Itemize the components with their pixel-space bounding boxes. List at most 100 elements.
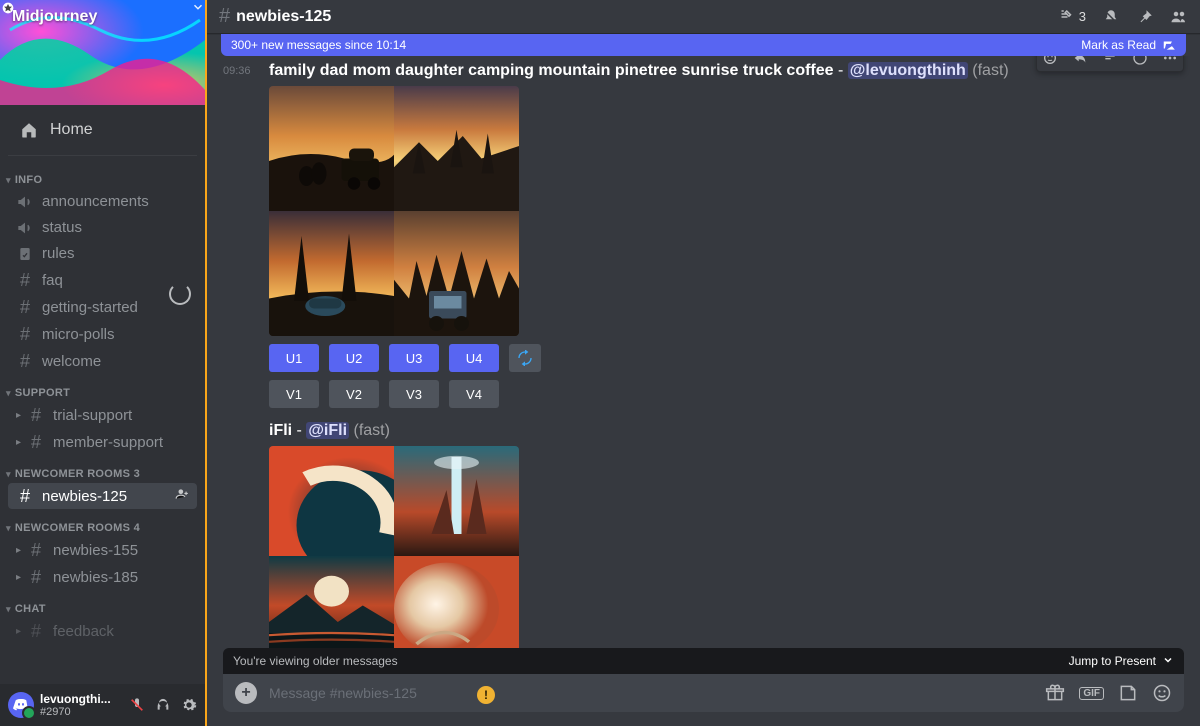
home-link[interactable]: Home xyxy=(8,111,197,149)
jump-present-button[interactable]: Jump to Present xyxy=(1069,654,1174,668)
settings-gear-icon[interactable] xyxy=(181,697,197,713)
gif-button[interactable]: GIF xyxy=(1079,687,1104,700)
message-input-field[interactable] xyxy=(269,685,1035,701)
v4-button[interactable]: V4 xyxy=(449,380,499,408)
prompt-text: family dad mom daughter camping mountain… xyxy=(269,62,834,79)
timestamp: 09:36 xyxy=(223,62,269,408)
gift-icon[interactable] xyxy=(1045,683,1065,703)
reply-icon[interactable] xyxy=(1069,56,1091,69)
reroll-button[interactable] xyxy=(509,344,541,372)
channel-item[interactable]: ▸#trial-support xyxy=(8,402,197,428)
u4-button[interactable]: U4 xyxy=(449,344,499,372)
channel-item[interactable]: ▸#newbies-185 xyxy=(8,564,197,590)
pinned-icon[interactable] xyxy=(1136,8,1154,26)
mic-muted-icon[interactable] xyxy=(129,697,145,713)
channel-label: newbies-155 xyxy=(53,542,138,559)
hash-icon: # xyxy=(219,5,230,28)
emoji-icon[interactable] xyxy=(1152,683,1172,703)
message-list: 09:36 family dad mom daughter camping mo… xyxy=(207,56,1200,648)
user-panel: levuongthi... #2970 xyxy=(0,684,205,726)
sticker-icon[interactable] xyxy=(1118,683,1138,703)
new-messages-text: 300+ new messages since 10:14 xyxy=(231,38,406,52)
channel-category[interactable]: ▾NEWCOMER ROOMS 3 xyxy=(0,456,205,482)
channel-item[interactable]: #micro-polls xyxy=(8,321,197,347)
channel-label: feedback xyxy=(53,623,114,640)
u2-button[interactable]: U2 xyxy=(329,344,379,372)
message-actions xyxy=(1036,56,1184,72)
v3-button[interactable]: V3 xyxy=(389,380,439,408)
user-mention[interactable]: @levuongthinh xyxy=(848,62,968,79)
threads-button[interactable]: 3 xyxy=(1057,8,1086,26)
notifications-muted-icon[interactable] xyxy=(1102,8,1120,26)
older-text: You're viewing older messages xyxy=(233,654,398,668)
channel-category[interactable]: ▾CHAT xyxy=(0,591,205,617)
loading-spinner-icon xyxy=(169,283,191,305)
user-tag: #2970 xyxy=(40,706,123,718)
channel-label: getting-started xyxy=(42,299,138,316)
channel-label: member-support xyxy=(53,434,163,451)
bookmark-icon[interactable] xyxy=(1129,56,1151,69)
u3-button[interactable]: U3 xyxy=(389,344,439,372)
user-mention[interactable]: @iFli xyxy=(306,422,349,439)
channel-item[interactable]: ▸#member-support xyxy=(8,429,197,455)
channel-label: micro-polls xyxy=(42,326,115,343)
channel-item[interactable]: rules xyxy=(8,241,197,266)
chevron-down-icon[interactable] xyxy=(191,0,205,14)
channel-item[interactable]: announcements xyxy=(8,189,197,214)
channel-label: faq xyxy=(42,272,63,289)
message-input: + GIF xyxy=(223,674,1184,712)
channel-label: newbies-185 xyxy=(53,569,138,586)
attach-button[interactable]: + xyxy=(235,682,257,704)
add-user-icon[interactable] xyxy=(175,487,189,505)
username: levuongthi... xyxy=(40,692,123,706)
channel-list: Home ▾INFOannouncementsstatus rules #faq#g… xyxy=(0,105,205,684)
upscale-button-row: U1 U2 U3 U4 xyxy=(269,344,1184,372)
input-area: You're viewing older messages Jump to Pr… xyxy=(207,648,1200,726)
threads-icon xyxy=(1057,8,1075,26)
older-messages-bar: You're viewing older messages Jump to Pr… xyxy=(223,648,1184,674)
channel-label: welcome xyxy=(42,353,101,370)
channel-item[interactable]: ▸#feedback xyxy=(8,618,197,644)
channel-item[interactable]: #getting-started xyxy=(8,294,197,320)
react-icon[interactable] xyxy=(1039,56,1061,69)
discord-logo-icon xyxy=(13,697,29,713)
divider xyxy=(8,155,197,156)
server-badge-icon xyxy=(0,0,16,16)
channel-category[interactable]: ▾NEWCOMER ROOMS 4 xyxy=(0,510,205,536)
image-grid[interactable] xyxy=(269,86,519,336)
channel-item[interactable]: #welcome xyxy=(8,348,197,374)
home-label: Home xyxy=(50,121,93,139)
channel-label: rules xyxy=(42,245,75,262)
v2-button[interactable]: V2 xyxy=(329,380,379,408)
server-sidebar: Midjourney Home ▾INFOannouncementsstatus… xyxy=(0,0,205,726)
members-icon[interactable] xyxy=(1170,8,1188,26)
channel-label: trial-support xyxy=(53,407,132,424)
channel-item[interactable]: ▸#newbies-155 xyxy=(8,537,197,563)
mark-read-icon xyxy=(1162,38,1176,52)
chat-main: # newbies-125 3 300+ new messages since … xyxy=(205,0,1200,726)
mark-read-button[interactable]: Mark as Read xyxy=(1081,38,1176,52)
image-grid[interactable] xyxy=(269,446,519,648)
channel-category[interactable]: ▾SUPPORT xyxy=(0,375,205,401)
channel-title: newbies-125 xyxy=(236,8,331,26)
server-banner: Midjourney xyxy=(0,0,205,105)
channel-item[interactable]: #faq xyxy=(8,267,197,293)
v1-button[interactable]: V1 xyxy=(269,380,319,408)
server-name: Midjourney xyxy=(12,8,97,26)
channel-category[interactable]: ▾INFO xyxy=(0,162,205,188)
prompt-line: iFli - @iFli (fast) xyxy=(269,422,1184,440)
channel-item[interactable]: status xyxy=(8,215,197,240)
channel-header: # newbies-125 3 xyxy=(207,0,1200,34)
prompt-text: iFli xyxy=(269,422,292,439)
headphones-icon[interactable] xyxy=(155,697,171,713)
refresh-icon xyxy=(517,350,533,366)
thread-icon[interactable] xyxy=(1099,56,1121,69)
new-messages-bar[interactable]: 300+ new messages since 10:14 Mark as Re… xyxy=(221,34,1186,56)
avatar[interactable] xyxy=(8,692,34,718)
more-icon[interactable] xyxy=(1159,56,1181,69)
channel-item[interactable]: #newbies-125 xyxy=(8,483,197,509)
u1-button[interactable]: U1 xyxy=(269,344,319,372)
variation-button-row: V1 V2 V3 V4 xyxy=(269,380,1184,408)
chevron-down-icon xyxy=(1162,654,1174,666)
channel-label: newbies-125 xyxy=(42,488,127,505)
